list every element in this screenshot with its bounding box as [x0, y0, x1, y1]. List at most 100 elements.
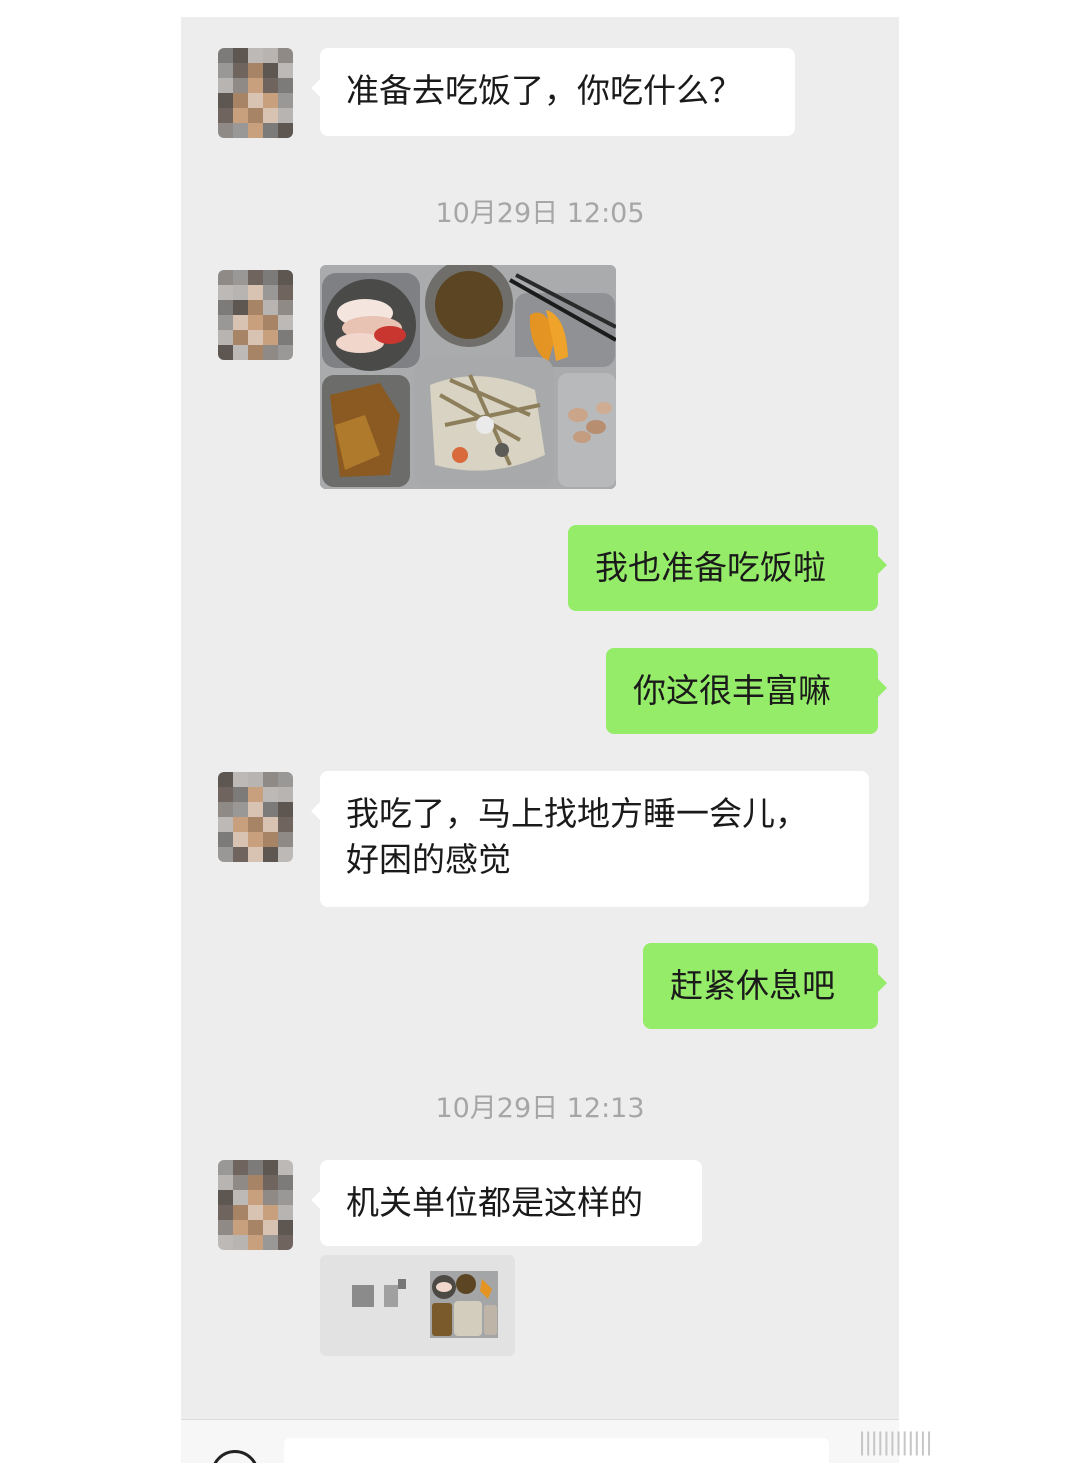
contact-avatar[interactable]	[218, 270, 293, 360]
avatar-pixel	[278, 78, 293, 93]
avatar-pixel	[263, 63, 278, 78]
blurred-name-block	[398, 1279, 406, 1289]
avatar-pixel	[278, 63, 293, 78]
avatar-pixel	[278, 847, 293, 862]
avatar-pixel	[263, 270, 278, 285]
avatar-pixel	[218, 330, 233, 345]
avatar-pixel	[263, 123, 278, 138]
avatar-pixel	[233, 802, 248, 817]
avatar-pixel	[248, 48, 263, 63]
avatar-pixel	[263, 817, 278, 832]
avatar-pixel	[278, 1190, 293, 1205]
avatar-pixel	[263, 1190, 278, 1205]
message-text: 你这很丰富嘛	[633, 671, 831, 710]
avatar-pixel	[233, 847, 248, 862]
avatar-pixel	[233, 123, 248, 138]
avatar-pixel	[218, 78, 233, 93]
avatar-pixel	[218, 345, 233, 360]
avatar-pixel	[218, 847, 233, 862]
avatar-pixel	[233, 1220, 248, 1235]
avatar-pixel	[233, 315, 248, 330]
avatar-pixel	[248, 78, 263, 93]
avatar-pixel	[263, 802, 278, 817]
avatar-pixel	[248, 300, 263, 315]
incoming-message[interactable]: 我吃了，马上找地方睡一会儿， 好困的感觉	[311, 771, 869, 907]
avatar-pixel	[278, 108, 293, 123]
avatar-pixel	[233, 108, 248, 123]
contact-avatar[interactable]	[218, 48, 293, 138]
avatar-pixel	[248, 787, 263, 802]
blurred-name-block	[352, 1285, 374, 1307]
avatar-pixel	[218, 123, 233, 138]
avatar-pixel	[218, 772, 233, 787]
avatar-pixel	[233, 817, 248, 832]
avatar-pixel	[233, 78, 248, 93]
avatar-pixel	[218, 1190, 233, 1205]
incoming-message[interactable]: 机关单位都是这样的	[311, 1160, 702, 1246]
avatar-pixel	[263, 1160, 278, 1175]
avatar-pixel	[263, 1220, 278, 1235]
avatar-pixel	[218, 108, 233, 123]
quoted-message[interactable]	[320, 1255, 515, 1356]
message-text: 我也准备吃饭啦	[595, 548, 826, 587]
avatar-pixel	[263, 1175, 278, 1190]
avatar-pixel	[233, 1175, 248, 1190]
avatar-pixel	[278, 832, 293, 847]
avatar-pixel	[278, 345, 293, 360]
avatar-pixel	[278, 1175, 293, 1190]
chat-window: 准备去吃饭了，你吃什么？ 10月29日 12:05 我也准备吃饭啦 你这很丰富嘛…	[181, 17, 899, 1463]
outgoing-message[interactable]: 我也准备吃饭啦	[568, 525, 887, 611]
avatar-pixel	[233, 787, 248, 802]
avatar-pixel	[218, 832, 233, 847]
avatar-pixel	[248, 1220, 263, 1235]
avatar-pixel	[278, 1220, 293, 1235]
avatar-pixel	[248, 802, 263, 817]
avatar-pixel	[278, 802, 293, 817]
avatar-pixel	[278, 315, 293, 330]
avatar-pixel	[218, 1175, 233, 1190]
avatar-pixel	[233, 285, 248, 300]
message-text: 机关单位都是这样的	[346, 1183, 643, 1222]
avatar-pixel	[248, 817, 263, 832]
avatar-pixel	[278, 123, 293, 138]
avatar-pixel	[248, 1175, 263, 1190]
avatar-pixel	[218, 300, 233, 315]
avatar-pixel	[263, 78, 278, 93]
timestamp: 10月29日 12:05	[435, 198, 645, 229]
avatar-pixel	[278, 787, 293, 802]
avatar-pixel	[233, 345, 248, 360]
food-photo-message[interactable]	[320, 265, 616, 489]
avatar-pixel	[218, 1205, 233, 1220]
avatar-pixel	[248, 63, 263, 78]
avatar-pixel	[263, 108, 278, 123]
voice-icon[interactable]	[211, 1450, 259, 1463]
avatar-pixel	[248, 123, 263, 138]
avatar-pixel	[248, 93, 263, 108]
avatar-pixel	[233, 772, 248, 787]
message-text: 赶紧休息吧	[670, 966, 835, 1005]
contact-avatar[interactable]	[218, 772, 293, 862]
message-input[interactable]	[284, 1438, 829, 1463]
avatar-pixel	[278, 1160, 293, 1175]
food-tray-image	[320, 265, 616, 489]
avatar-pixel	[233, 93, 248, 108]
outgoing-message[interactable]: 你这很丰富嘛	[606, 648, 887, 734]
avatar-pixel	[263, 772, 278, 787]
avatar-pixel	[233, 300, 248, 315]
avatar-pixel	[233, 1235, 248, 1250]
contact-avatar[interactable]	[218, 1160, 293, 1250]
message-text: 准备去吃饭了，你吃什么？	[346, 71, 742, 110]
avatar-pixel	[263, 1205, 278, 1220]
avatar-pixel	[233, 1190, 248, 1205]
outgoing-message[interactable]: 赶紧休息吧	[643, 943, 887, 1029]
avatar-pixel	[278, 270, 293, 285]
avatar-pixel	[248, 772, 263, 787]
avatar-pixel	[248, 285, 263, 300]
avatar-pixel	[248, 345, 263, 360]
incoming-message[interactable]: 准备去吃饭了，你吃什么？	[311, 48, 795, 136]
avatar-pixel	[248, 270, 263, 285]
avatar-pixel	[263, 1235, 278, 1250]
avatar-pixel	[263, 315, 278, 330]
avatar-pixel	[218, 802, 233, 817]
avatar-pixel	[263, 345, 278, 360]
